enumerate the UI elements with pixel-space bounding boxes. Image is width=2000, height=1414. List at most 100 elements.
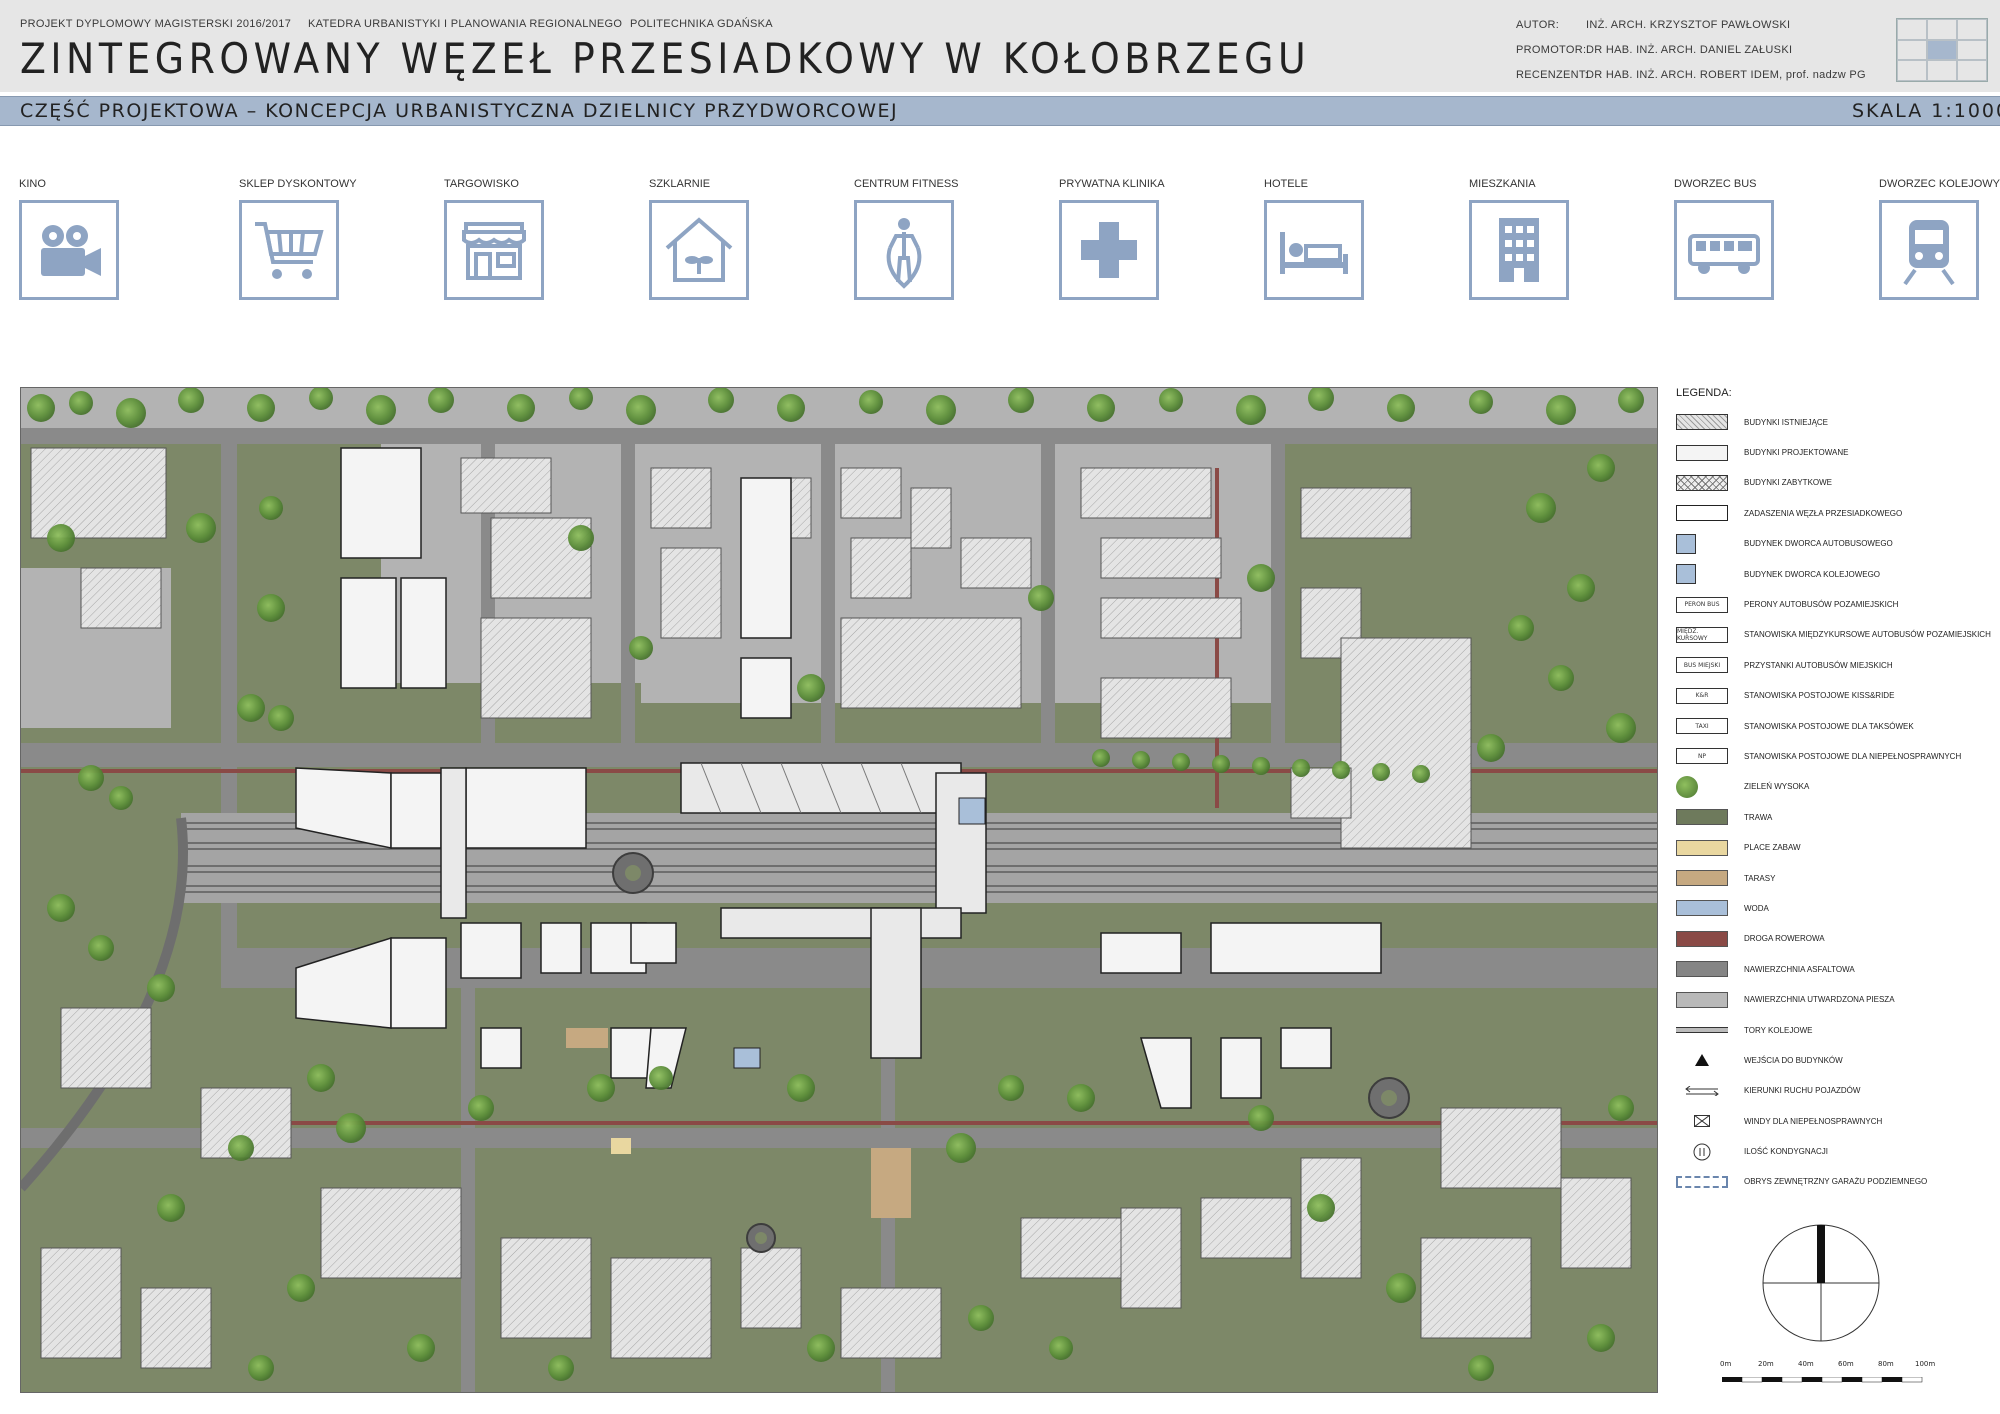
legend-tag-text: MIĘDZ. KURSOWY xyxy=(1677,627,1708,642)
legend-item: MIĘDZ. KURSOWY STANOWISKA MIĘDZYKURSOWE A… xyxy=(1676,620,1991,650)
legend-item: ILOŚĆ KONDYGNACJI xyxy=(1676,1136,1986,1166)
legend-label: OBRYS ZEWNĘTRZNY GARAŻU PODZIEMNEGO xyxy=(1744,1177,1928,1187)
legend-label: STANOWISKA POSTOJOWE DLA TAKSÓWEK xyxy=(1744,721,1914,731)
promoter-name: DR HAB. INŻ. ARCH. DANIEL ZAŁUSKI xyxy=(1586,44,1793,56)
department-label: KATEDRA URBANISTYKI I PLANOWANIA REGIONA… xyxy=(308,18,623,30)
legend-label: PRZYSTANKI AUTOBUSÓW MIEJSKICH xyxy=(1744,660,1893,670)
legend-item: BUDYNKI ZABYTKOWE xyxy=(1676,468,1986,498)
legend-item: NP STANOWISKA POSTOJOWE DLA NIEPEŁNOSPRAW… xyxy=(1676,741,1986,771)
bed-icon xyxy=(1280,232,1348,274)
legend-symbol-hatched xyxy=(1676,414,1728,431)
shopping-cart-icon xyxy=(255,222,324,279)
promoter-role: PROMOTOR: xyxy=(1516,44,1587,56)
scale-tick-label: 60m xyxy=(1838,1360,1854,1368)
train-icon xyxy=(1903,220,1955,286)
compass-icon xyxy=(1762,1224,1880,1342)
legend-item: TRAWA xyxy=(1676,802,1986,832)
legend-tag-text: K&R xyxy=(1695,692,1709,700)
legend-symbol-train-station xyxy=(1676,564,1696,585)
legend-item: TORY KOLEJOWE xyxy=(1676,1015,1986,1045)
page-title: ZINTEGROWANY WĘZEŁ PRZESIADKOWY W KOŁOBR… xyxy=(20,34,1311,83)
legend-symbol-floors xyxy=(1676,1143,1728,1161)
function-szklarnie: SZKLARNIE xyxy=(649,178,759,300)
legend-label: WEJŚCIA DO BUDYNKÓW xyxy=(1744,1055,1843,1065)
market-stall-icon xyxy=(462,222,526,280)
function-hotele: HOTELE xyxy=(1264,178,1374,300)
legend-item: BUDYNKI ISTNIEJĄCE xyxy=(1676,407,1986,437)
university-label: POLITECHNIKA GDAŃSKA xyxy=(630,18,773,30)
project-label: PROJEKT DYPLOMOWY MAGISTERSKI 2016/2017 xyxy=(20,18,292,30)
legend-item: DROGA ROWEROWA xyxy=(1676,924,1986,954)
legend-label: DROGA ROWEROWA xyxy=(1744,934,1825,944)
legend-item: WEJŚCIA DO BUDYNKÓW xyxy=(1676,1045,1986,1075)
legend-symbol-elevator xyxy=(1676,1113,1728,1129)
legend-symbol-rail xyxy=(1676,1027,1728,1033)
legend-symbol-tag: NP xyxy=(1676,748,1728,765)
function-label: DWORZEC KOLEJOWY xyxy=(1879,178,2000,190)
legend-label: ZIELEŃ WYSOKA xyxy=(1744,782,1810,792)
legend-item: OBRYS ZEWNĘTRZNY GARAŻU PODZIEMNEGO xyxy=(1676,1167,1986,1197)
scale-tick-label: 0m xyxy=(1720,1360,1732,1368)
legend-label: WINDY DLA NIEPEŁNOSPRAWNYCH xyxy=(1744,1116,1883,1126)
legend-label: STANOWISKA POSTOJOWE KISS&RIDE xyxy=(1744,691,1895,701)
legend: LEGENDA: BUDYNKI ISTNIEJĄCE BUDYNKI PROJE… xyxy=(1676,387,1991,1197)
sheet-index-grid xyxy=(1896,18,1988,82)
legend-label: STANOWISKA POSTOJOWE DLA NIEPEŁNOSPRAWNY… xyxy=(1744,751,1962,761)
legend-item: BUDYNKI PROJEKTOWANE xyxy=(1676,437,1986,467)
legend-symbol-fill xyxy=(1676,991,1728,1008)
function-label: TARGOWISKO xyxy=(444,178,519,190)
legend-label: STANOWISKA MIĘDZYKURSOWE AUTOBUSÓW POZAM… xyxy=(1744,630,1991,640)
function-label: HOTELE xyxy=(1264,178,1309,190)
section-title: CZĘŚĆ PROJEKTOWA – KONCEPCJA URBANISTYCZ… xyxy=(20,100,899,122)
legend-label: NAWIERZCHNIA UTWARDZONA PIESZA xyxy=(1744,995,1895,1005)
legend-item: NAWIERZCHNIA UTWARDZONA PIESZA xyxy=(1676,984,1986,1014)
function-dworzec-kolejowy: DWORZEC KOLEJOWY xyxy=(1879,178,2000,300)
legend-item: ZADASZENIA WĘZŁA PRZESIADKOWEGO xyxy=(1676,498,1986,528)
legend-tag-text: BUS MIEJSKI xyxy=(1683,661,1721,669)
legend-symbol-tag: MIĘDZ. KURSOWY xyxy=(1676,626,1728,643)
legend-symbol-tree xyxy=(1676,775,1698,798)
legend-symbol-triangle xyxy=(1676,1052,1728,1068)
legend-symbol-fill xyxy=(1676,900,1728,917)
legend-label: ILOŚĆ KONDYGNACJI xyxy=(1744,1147,1829,1157)
apartment-building-icon xyxy=(1499,218,1539,282)
legend-label: BUDYNKI ZABYTKOWE xyxy=(1744,478,1833,488)
legend-item: WINDY DLA NIEPEŁNOSPRAWNYCH xyxy=(1676,1106,1986,1136)
legend-item: BUDYNEK DWORCA KOLEJOWEGO xyxy=(1676,559,1986,589)
function-kino: KINO xyxy=(19,178,129,300)
movie-camera-icon xyxy=(41,225,101,276)
legend-symbol-tag: BUS MIEJSKI xyxy=(1676,657,1728,674)
legend-label: BUDYNKI PROJEKTOWANE xyxy=(1744,448,1849,458)
legend-symbol-tag: PERON BUS xyxy=(1676,596,1728,613)
legend-symbol-cross-hatched xyxy=(1676,474,1728,491)
function-label: DWORZEC BUS xyxy=(1674,178,1757,190)
legend-label: TRAWA xyxy=(1744,812,1773,822)
function-label: SKLEP DYSKONTOWY xyxy=(239,178,357,190)
legend-item: ZIELEŃ WYSOKA xyxy=(1676,772,1986,802)
legend-label: KIERUNKI RUCHU POJAZDÓW xyxy=(1744,1086,1861,1096)
function-label: KINO xyxy=(19,178,46,190)
legend-item: KIERUNKI RUCHU POJAZDÓW xyxy=(1676,1076,1986,1106)
scale-tick-label: 40m xyxy=(1798,1360,1814,1368)
legend-symbol-white xyxy=(1676,444,1728,461)
legend-symbol-dashed xyxy=(1676,1175,1728,1188)
legend-symbol-fill xyxy=(1676,930,1728,947)
legend-rows: BUDYNKI ISTNIEJĄCE BUDYNKI PROJEKTOWANE BU… xyxy=(1676,407,1991,1197)
legend-label: TORY KOLEJOWE xyxy=(1744,1025,1813,1035)
legend-symbol-tag: K&R xyxy=(1676,687,1728,704)
scale-tick-label: 100m xyxy=(1915,1360,1936,1368)
jump-rope-icon xyxy=(886,218,922,289)
scale-tick-label: 80m xyxy=(1878,1360,1894,1368)
legend-label: BUDYNEK DWORCA KOLEJOWEGO xyxy=(1744,569,1881,579)
legend-tag-text: TAXI xyxy=(1695,722,1709,730)
function-label: CENTRUM FITNESS xyxy=(854,178,959,190)
scale-bar-labels: 0m 20m 40m 60m 80m 100m xyxy=(1720,1360,1942,1386)
author-role: AUTOR: xyxy=(1516,19,1560,31)
reviewer-role: RECENZENT: xyxy=(1516,69,1589,81)
legend-tag-text: NP xyxy=(1697,752,1707,760)
legend-item: BUS MIEJSKI PRZYSTANKI AUTOBUSÓW MIEJSKIC… xyxy=(1676,650,1986,680)
north-arrow xyxy=(1760,1222,1882,1348)
legend-item: TAXI STANOWISKA POSTOJOWE DLA TAKSÓWEK xyxy=(1676,711,1986,741)
function-mieszkania: MIESZKANIA xyxy=(1469,178,1579,300)
legend-symbol-fill xyxy=(1676,870,1728,887)
